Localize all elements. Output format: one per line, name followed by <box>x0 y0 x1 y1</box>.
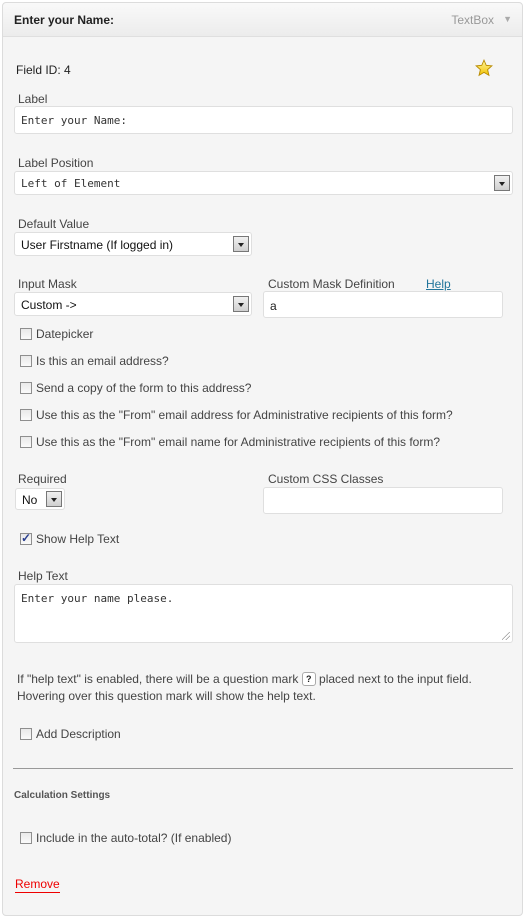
datepicker-checkbox[interactable] <box>20 328 32 340</box>
collapse-arrow-icon[interactable]: ▼ <box>503 14 512 24</box>
resize-handle-icon[interactable] <box>502 632 510 640</box>
show-help-text-checkbox[interactable] <box>20 531 32 545</box>
star-icon[interactable] <box>475 59 493 77</box>
send-copy-label: Send a copy of the form to this address? <box>36 381 252 395</box>
from-email-address-checkbox[interactable] <box>20 409 32 421</box>
calculation-settings-title: Calculation Settings <box>14 790 111 801</box>
help-note-line2: Hovering over this question mark will sh… <box>17 689 316 703</box>
from-email-name-label: Use this as the "From" email name for Ad… <box>36 435 440 449</box>
remove-link[interactable]: Remove <box>15 877 60 893</box>
label-position-caption: Label Position <box>18 156 94 170</box>
custom-mask-input[interactable]: a <box>263 291 503 318</box>
chevron-down-icon[interactable] <box>494 175 510 191</box>
default-value-caption: Default Value <box>18 217 90 231</box>
help-text-value: Enter your name please. <box>21 592 174 605</box>
required-value: No <box>22 493 38 507</box>
datepicker-label: Datepicker <box>36 327 94 341</box>
auto-total-label: Include in the auto-total? (If enabled) <box>36 831 232 845</box>
question-mark-icon: ? <box>301 672 316 686</box>
chevron-down-icon[interactable] <box>46 491 62 507</box>
input-mask-value: Custom -> <box>21 298 77 312</box>
label-input-value: Enter your Name: <box>21 114 127 127</box>
label-position-select[interactable]: Left of Element <box>14 171 513 195</box>
chevron-down-icon[interactable] <box>233 296 249 312</box>
help-link[interactable]: Help <box>426 277 451 291</box>
required-caption: Required <box>18 472 67 486</box>
show-help-text-label: Show Help Text <box>36 532 120 546</box>
help-text-textarea[interactable]: Enter your name please. <box>14 584 513 643</box>
custom-css-input[interactable] <box>263 487 503 514</box>
label-position-value: Left of Element <box>21 177 121 190</box>
divider <box>13 768 513 769</box>
required-select[interactable]: No <box>15 488 65 510</box>
input-mask-caption: Input Mask <box>18 277 77 291</box>
field-type: TextBox <box>451 13 494 27</box>
help-note: If "help text" is enabled, there will be… <box>17 671 517 705</box>
custom-css-caption: Custom CSS Classes <box>268 472 384 486</box>
custom-mask-caption: Custom Mask Definition <box>268 277 395 291</box>
help-note-part1: If "help text" is enabled, there will be… <box>17 672 299 686</box>
help-text-caption: Help Text <box>18 569 68 583</box>
send-copy-checkbox[interactable] <box>20 382 32 394</box>
label-caption: Label <box>18 92 48 106</box>
input-mask-select[interactable]: Custom -> <box>14 292 252 316</box>
from-email-address-label: Use this as the "From" email address for… <box>36 408 453 422</box>
auto-total-checkbox[interactable] <box>20 832 32 844</box>
help-note-part2: placed next to the input field. <box>319 672 472 686</box>
chevron-down-icon[interactable] <box>233 236 249 252</box>
label-input[interactable]: Enter your Name: <box>14 106 513 134</box>
email-address-checkbox[interactable] <box>20 355 32 367</box>
default-value-value: User Firstname (If logged in) <box>21 238 174 252</box>
custom-mask-value: a <box>270 299 277 313</box>
field-title: Enter your Name: <box>14 13 115 27</box>
add-description-label: Add Description <box>36 727 121 741</box>
add-description-checkbox[interactable] <box>20 728 32 740</box>
field-id: Field ID: 4 <box>16 63 71 77</box>
field-header[interactable]: Enter your Name: TextBox ▼ <box>3 3 522 37</box>
email-address-label: Is this an email address? <box>36 354 169 368</box>
from-email-name-checkbox[interactable] <box>20 436 32 448</box>
default-value-select[interactable]: User Firstname (If logged in) <box>14 232 252 256</box>
field-settings-panel: Enter your Name: TextBox ▼ Field ID: 4 L… <box>2 2 523 916</box>
